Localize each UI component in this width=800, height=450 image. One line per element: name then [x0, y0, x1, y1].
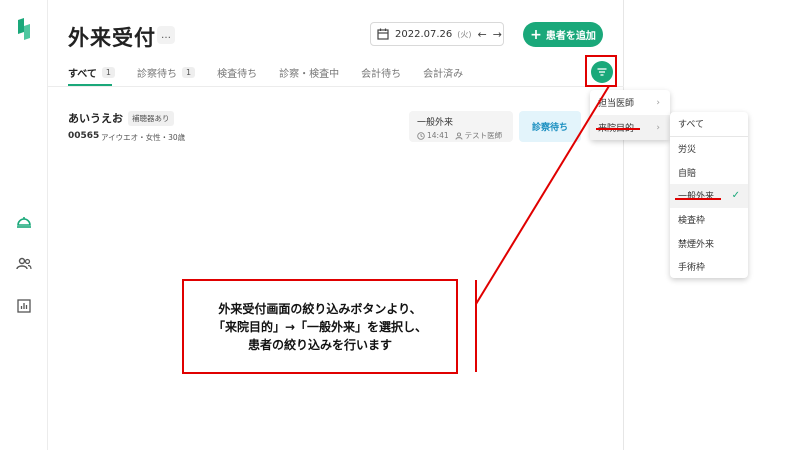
status-tabs: すべて 1 診察待ち 1 検査待ち 診察・検査中 会計待ち 会計済み — [68, 64, 485, 84]
filter-icon — [597, 68, 607, 76]
submenu-item-auto-insurance[interactable]: 自賠 — [670, 160, 748, 184]
tab-label: 会計待ち — [361, 68, 402, 80]
submenu-item-all[interactable]: すべて — [670, 112, 748, 136]
visit-purpose-label: 一般外来 — [417, 118, 454, 128]
submenu-item-label: 検査枠 — [678, 216, 706, 227]
tab-label: すべて — [68, 68, 97, 80]
plus-icon: + — [530, 26, 542, 43]
submenu-item-exam-slot[interactable]: 検査枠 — [670, 208, 748, 232]
submenu-item-label: 労災 — [678, 145, 697, 156]
submenu-item-label: 禁煙外来 — [678, 239, 715, 250]
check-icon: ✓ — [731, 190, 740, 202]
tab-paid[interactable]: 会計済み — [423, 64, 463, 80]
visit-purpose-annotation-underline — [596, 128, 640, 130]
instruction-callout: 外来受付画面の絞り込みボタンより、 「来院目的」→「一般外来」を選択し、 患者の… — [182, 279, 458, 374]
tab-waiting-payment[interactable]: 会計待ち — [361, 64, 401, 80]
tab-count-badge: 1 — [182, 66, 196, 78]
tab-label: 会計済み — [423, 68, 464, 80]
bar-chart-icon[interactable] — [14, 296, 34, 316]
status-button[interactable]: 診察待ち — [519, 111, 581, 142]
tab-label: 検査待ち — [217, 68, 258, 80]
submenu-item-general-outpatient[interactable]: 一般外来 ✓ — [670, 184, 748, 208]
doctor-name: テスト医師 — [464, 131, 503, 140]
filter-menu: 担当医師 › 来院目的 › — [590, 90, 670, 140]
sidebar — [0, 0, 48, 450]
callout-line-2: 「来院目的」→「一般外来」を選択し、 — [212, 319, 428, 334]
date-picker[interactable]: 2022.07.26 (火) ← → — [370, 22, 504, 46]
tab-label: 診察・検査中 — [279, 68, 340, 80]
filter-button[interactable] — [591, 61, 613, 83]
visit-purpose-submenu: すべて 労災 自賠 一般外来 ✓ 検査枠 禁煙外来 手術枠 — [670, 112, 748, 278]
general-outpatient-annotation-underline — [675, 198, 721, 200]
app-logo-icon[interactable] — [15, 18, 33, 40]
more-options-button[interactable]: … — [157, 26, 175, 44]
next-date-arrow-icon[interactable]: → — [493, 28, 502, 41]
submenu-item-label: 自賠 — [678, 168, 697, 179]
patient-id: 00565 — [68, 131, 100, 141]
submenu-item-label: 手術枠 — [678, 263, 706, 274]
tab-label: 診察待ち — [137, 68, 177, 80]
calendar-icon — [377, 28, 389, 40]
prev-date-arrow-icon[interactable]: ← — [478, 28, 487, 41]
tab-count-badge: 1 — [101, 66, 115, 78]
add-patient-label: 患者を追加 — [545, 31, 596, 42]
submenu-item-workers-comp[interactable]: 労災 — [670, 137, 748, 161]
tab-in-progress[interactable]: 診察・検査中 — [279, 64, 339, 80]
reception-bell-icon[interactable] — [14, 212, 34, 232]
visit-purpose-card[interactable]: 一般外来 14:41 テスト医師 — [409, 111, 513, 142]
main-panel: 外来受付 … 2022.07.26 (火) ← → + 患者を追加 すべて 1 … — [48, 0, 624, 450]
submenu-item-surgery-slot[interactable]: 手術枠 — [670, 255, 748, 279]
chevron-right-icon: › — [656, 97, 660, 108]
tabs-divider — [48, 86, 624, 87]
tab-waiting-exam[interactable]: 診察待ち 1 — [137, 64, 196, 80]
chevron-right-icon: › — [656, 122, 660, 133]
doctor-icon — [455, 131, 463, 140]
users-icon[interactable] — [14, 254, 34, 274]
page-title: 外来受付 — [68, 26, 156, 50]
visit-time: 14:41 — [427, 131, 449, 140]
add-patient-button[interactable]: + 患者を追加 — [523, 22, 603, 47]
submenu-item-smoking-cessation[interactable]: 禁煙外来 — [670, 231, 748, 255]
menu-item-label: 担当医師 — [598, 99, 635, 109]
callout-line-3: 患者の絞り込みを行います — [247, 337, 392, 352]
callout-line-1: 外来受付画面の絞り込みボタンより、 — [218, 301, 422, 316]
day-of-week: (火) — [457, 29, 472, 39]
menu-item-doctor[interactable]: 担当医師 › — [590, 90, 670, 115]
submenu-item-label: すべて — [678, 120, 705, 131]
tab-waiting-test[interactable]: 検査待ち — [217, 64, 257, 80]
patient-detail: アイウエオ・女性・30歳 — [101, 133, 186, 142]
submenu-item-label: 一般外来 — [678, 189, 714, 202]
clock-icon — [417, 131, 425, 140]
patient-name[interactable]: あいうえお — [68, 110, 123, 126]
date-value: 2022.07.26 — [395, 28, 453, 40]
tab-all[interactable]: すべて 1 — [68, 64, 115, 80]
hearing-aid-badge: 補聴器あり — [128, 111, 174, 126]
